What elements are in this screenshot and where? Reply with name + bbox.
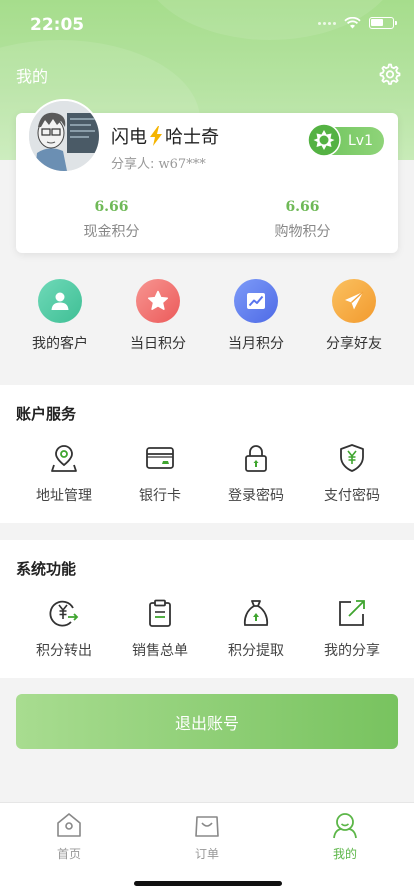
account-services-section: 账户服务 地址管理 银行卡 登录密码 支付密码: [0, 385, 414, 523]
status-time: 22:05: [30, 15, 85, 35]
level-text: Lv1: [348, 133, 373, 149]
user-nickname: 闪电 哈士奇: [111, 123, 219, 149]
account-services-row: 地址管理 银行卡 登录密码 支付密码: [0, 443, 414, 505]
profile-card: 闪电 哈士奇 分享人: w67*** Lv1 6.66 现金积分 6.66 购物积…: [16, 99, 398, 253]
wifi-icon: [344, 17, 361, 29]
quick-label: 我的客户: [32, 336, 88, 352]
tab-orders[interactable]: 订单: [177, 811, 237, 862]
avatar[interactable]: [27, 99, 101, 173]
quick-actions: 我的客户 当日积分 当月积分 分享好友: [0, 279, 414, 359]
tab-home[interactable]: 首页: [39, 811, 99, 862]
signal-icon: [318, 21, 336, 25]
quick-label: 当日积分: [130, 336, 186, 352]
card-icon: [146, 447, 174, 469]
quick-my-customers[interactable]: 我的客户: [11, 279, 109, 359]
sharer-info: 分享人: w67***: [111, 153, 206, 172]
logout-button[interactable]: 退出账号: [16, 694, 398, 749]
home-indicator: [134, 881, 282, 886]
svc-label: 积分转出: [36, 643, 92, 659]
level-star-icon: [307, 123, 341, 157]
shopping-points-label: 购物积分: [274, 224, 331, 240]
user-icon: [333, 813, 357, 839]
sharer-value: w67***: [158, 157, 206, 172]
bank-card[interactable]: 银行卡: [112, 443, 208, 505]
sales-summary[interactable]: 销售总单: [112, 598, 208, 660]
address-management[interactable]: 地址管理: [16, 443, 112, 505]
sharer-label: 分享人:: [111, 157, 155, 172]
nickname-part1: 闪电: [111, 127, 147, 148]
svc-label: 支付密码: [324, 488, 380, 504]
quick-monthly-points[interactable]: 当月积分: [207, 279, 305, 359]
svc-label: 积分提取: [228, 643, 284, 659]
battery-icon: [369, 17, 397, 29]
tab-label: 我的: [332, 847, 357, 861]
transfer-icon: [49, 600, 79, 627]
svc-label: 我的分享: [324, 643, 380, 659]
tab-label: 订单: [194, 847, 219, 861]
page-title: 我的: [16, 67, 49, 86]
payment-password[interactable]: 支付密码: [304, 443, 400, 505]
section-title: 系统功能: [16, 560, 77, 578]
gear-icon: [379, 63, 401, 85]
tab-mine[interactable]: 我的: [315, 811, 375, 862]
quick-label: 当月积分: [228, 336, 284, 352]
quick-share-friends[interactable]: 分享好友: [305, 279, 403, 359]
svc-label: 地址管理: [36, 488, 92, 504]
svc-label: 银行卡: [139, 488, 181, 504]
points-transfer[interactable]: 积分转出: [16, 598, 112, 660]
status-bar: 22:05: [0, 0, 414, 48]
bag-icon: [195, 816, 219, 837]
location-icon: [51, 445, 77, 472]
avatar-image: [29, 101, 99, 171]
svc-label: 销售总单: [132, 643, 188, 659]
tab-label: 首页: [56, 847, 81, 861]
lightning-icon: [150, 126, 162, 146]
level-badge: Lv1: [307, 123, 384, 157]
settings-button[interactable]: [377, 62, 401, 86]
customer-icon: [38, 279, 82, 323]
status-icons: [318, 17, 397, 29]
lock-icon: [245, 445, 267, 472]
svc-label: 登录密码: [228, 488, 284, 504]
login-password[interactable]: 登录密码: [208, 443, 304, 505]
cash-points-label: 现金积分: [83, 224, 140, 240]
nickname-part2: 哈士奇: [165, 127, 219, 148]
star-icon: [136, 279, 180, 323]
clipboard-icon: [149, 599, 171, 627]
shopping-points[interactable]: 6.66 购物积分: [207, 199, 398, 241]
my-share[interactable]: 我的分享: [304, 598, 400, 660]
system-functions-row: 积分转出 销售总单 积分提取 我的分享: [0, 598, 414, 660]
moneybag-icon: [243, 600, 269, 626]
chart-icon: [234, 279, 278, 323]
cash-points-value: 6.66: [94, 199, 129, 215]
cash-points[interactable]: 6.66 现金积分: [16, 199, 207, 241]
shopping-points-value: 6.66: [285, 199, 320, 215]
points-withdraw[interactable]: 积分提取: [208, 598, 304, 660]
quick-label: 分享好友: [326, 336, 382, 352]
home-icon: [57, 813, 81, 837]
system-functions-section: 系统功能 积分转出 销售总单 积分提取 我的分享: [0, 540, 414, 678]
send-icon: [332, 279, 376, 323]
shield-yen-icon: [340, 444, 364, 472]
section-title: 账户服务: [16, 405, 77, 423]
quick-daily-points[interactable]: 当日积分: [109, 279, 207, 359]
share-icon: [339, 600, 365, 626]
